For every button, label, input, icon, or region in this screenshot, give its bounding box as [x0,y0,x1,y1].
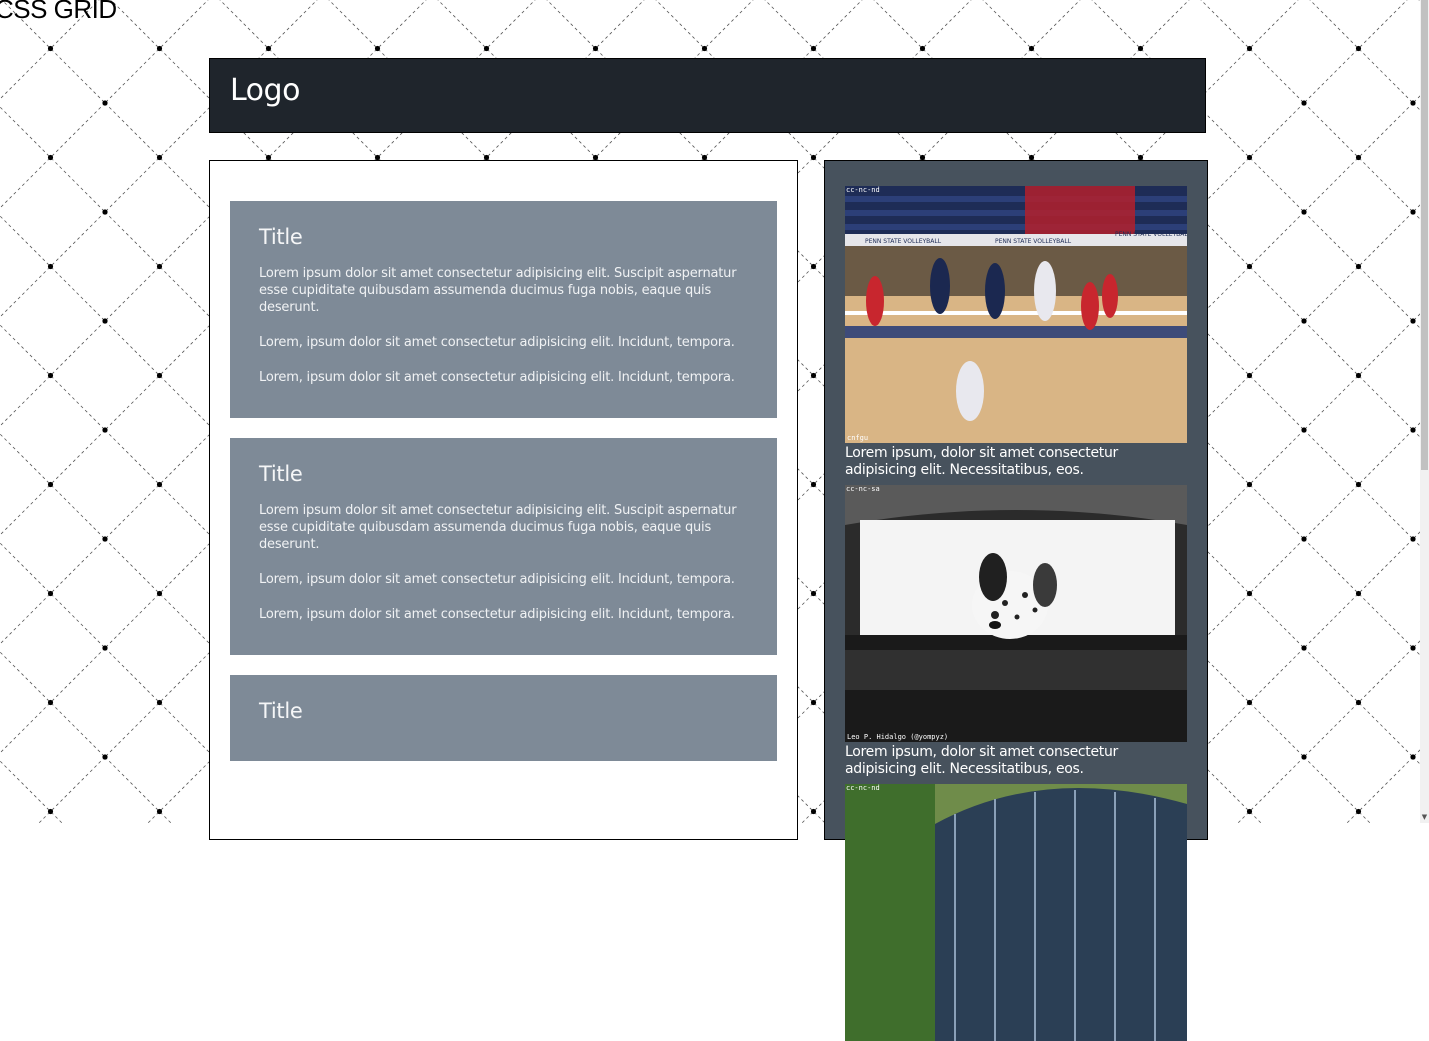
figure-caption: Lorem ipsum, dolor sit amet consectetur … [845,445,1119,478]
main-content: Title Lorem ipsum dolor sit amet consect… [209,160,798,840]
card-paragraph: Lorem, ipsum dolor sit amet consectetur … [259,335,735,350]
page-title: CSS GRID [0,0,117,24]
card-paragraph: Lorem, ipsum dolor sit amet consectetur … [259,607,735,622]
figure-caption: Lorem ipsum, dolor sit amet consectetur … [845,744,1119,777]
scroll-down-arrow-icon[interactable]: ▼ [1420,813,1429,821]
banner-text: PENN STATE VOLLEYBALL [995,238,1072,245]
scrollbar-thumb[interactable] [1421,0,1428,470]
sidebar-gallery: PENN STATE VOLLEYBALL PENN STATE VOLLEYB… [824,160,1208,1041]
volleyball-photo: PENN STATE VOLLEYBALL PENN STATE VOLLEYB… [845,186,1187,443]
dalmatian-photo: Leo P. Hidalgo (@yompyz) cc-nc-sa [845,485,1187,742]
vertical-scrollbar[interactable]: ▼ [1420,0,1429,823]
card-title: Title [259,462,303,486]
content-card: Title [230,675,777,761]
site-header: Logo [209,58,1206,133]
gallery-figure: PENN STATE VOLLEYBALL PENN STATE VOLLEYB… [845,186,1187,479]
card-paragraph: Lorem, ipsum dolor sit amet consectetur … [259,370,735,385]
content-card: Title Lorem ipsum dolor sit amet consect… [230,438,777,655]
card-title: Title [259,225,303,249]
banner-text: PENN STATE VOLLEYBALL [1115,231,1187,238]
photo-credit: Leo P. Hidalgo (@yompyz) [847,733,948,741]
license-label: cc-nc-nd [846,784,880,792]
card-paragraph: Lorem ipsum dolor sit amet consectetur a… [259,266,737,315]
gallery-figure: Leo P. Hidalgo (@yompyz) cc-nc-sa Lorem … [845,485,1187,778]
card-title: Title [259,699,303,723]
logo[interactable]: Logo [230,73,300,108]
license-label: cc-nc-nd [846,186,880,194]
banner-text: PENN STATE VOLLEYBALL [865,238,942,245]
photo-credit: cnfgu [847,434,868,442]
license-label: cc-nc-sa [846,485,880,493]
content-card: Title Lorem ipsum dolor sit amet consect… [230,201,777,418]
card-paragraph: Lorem ipsum dolor sit amet consectetur a… [259,503,737,552]
card-paragraph: Lorem, ipsum dolor sit amet consectetur … [259,572,735,587]
